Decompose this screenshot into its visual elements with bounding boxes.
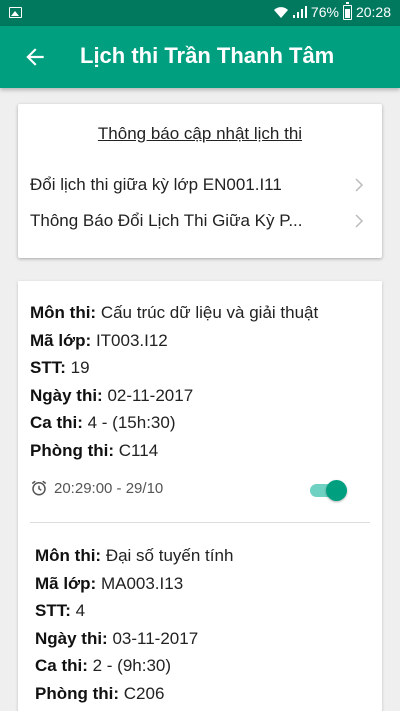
- room-label: Phòng thi:: [30, 440, 115, 460]
- chevron-right-icon: [355, 214, 364, 228]
- notice-card: Thông báo cập nhật lịch thi Đổi lịch thi…: [18, 104, 382, 258]
- exam-room: Phòng thi: C206: [35, 684, 370, 711]
- wifi-icon: [273, 7, 288, 18]
- exam-date: Ngày thi: 02-11-2017: [30, 386, 370, 414]
- exam-seq: STT: 4: [35, 601, 370, 629]
- shift-label: Ca thi:: [30, 413, 83, 432]
- date-label: Ngày thi:: [35, 628, 108, 648]
- class-code-label: Mã lớp:: [35, 573, 97, 593]
- notice-item-label: Thông Báo Đổi Lịch Thi Giữa Kỳ P...: [30, 211, 303, 230]
- subject-value: Đại số tuyến tính: [105, 546, 234, 565]
- room-value: C206: [123, 683, 165, 703]
- exam-shift: Ca thi: 2 - (9h:30): [35, 656, 370, 684]
- reminder-time: 20:29:00 - 29/10: [54, 479, 164, 497]
- divider: [30, 522, 370, 523]
- notice-item[interactable]: Đổi lịch thi giữa kỳ lớp EN001.I11: [30, 170, 364, 200]
- exam-subject: Môn thi: Đại số tuyến tính: [35, 546, 370, 574]
- exam-class-code: Mã lớp: IT003.I12: [30, 331, 370, 359]
- seq-label: STT:: [30, 358, 66, 377]
- status-bar: 76% 20:28: [0, 0, 400, 26]
- exam-shift: Ca thi: 4 - (15h:30): [30, 413, 370, 441]
- date-label: Ngày thi:: [30, 385, 103, 405]
- subject-value: Cấu trúc dữ liệu và giải thuật: [100, 303, 319, 322]
- shift-value: 4 - (15h:30): [87, 413, 176, 432]
- seq-value: 4: [75, 601, 86, 620]
- toggle-knob: [326, 480, 347, 501]
- page-title: Lịch thi Trần Thanh Tâm: [80, 43, 335, 68]
- alarm-clock-icon: [31, 480, 47, 496]
- class-code-label: Mã lớp:: [30, 330, 92, 350]
- signal-icon: [292, 6, 307, 18]
- notice-title: Thông báo cập nhật lịch thi: [97, 124, 303, 143]
- seq-value: 19: [70, 358, 90, 377]
- exam-item: Môn thi: Đại số tuyến tính Mã lớp: MA003…: [35, 546, 370, 711]
- chevron-right-icon: [355, 178, 364, 192]
- notice-item[interactable]: Thông Báo Đổi Lịch Thi Giữa Kỳ P...: [30, 206, 364, 236]
- app-bar: Lịch thi Trần Thanh Tâm: [0, 26, 400, 88]
- exam-list: Môn thi: Cấu trúc dữ liệu và giải thuật …: [18, 281, 382, 711]
- exam-item: Môn thi: Cấu trúc dữ liệu và giải thuật …: [30, 303, 370, 468]
- date-value: 02-11-2017: [107, 385, 194, 405]
- date-value: 03-11-2017: [112, 628, 199, 648]
- exam-seq: STT: 19: [30, 358, 370, 386]
- clock-time: 20:28: [355, 4, 391, 20]
- class-code-value: MA003.I13: [100, 573, 184, 593]
- seq-label: STT:: [35, 601, 71, 620]
- status-indicators: 76% 20:28: [273, 1, 391, 20]
- shift-label: Ca thi:: [35, 656, 88, 675]
- subject-label: Môn thi:: [30, 303, 97, 322]
- back-arrow-icon[interactable]: [22, 44, 48, 70]
- room-value: C114: [118, 440, 159, 460]
- exam-room: Phòng thi: C114: [30, 441, 370, 469]
- notice-item-label: Đổi lịch thi giữa kỳ lớp EN001.I11: [30, 175, 282, 194]
- room-label: Phòng thi:: [35, 683, 120, 703]
- battery-icon: [342, 1, 352, 20]
- subject-label: Môn thi:: [35, 546, 102, 565]
- image-icon: [9, 7, 22, 18]
- exam-reminder: 20:29:00 - 29/10: [30, 477, 163, 499]
- class-code-value: IT003.I12: [95, 330, 168, 350]
- shift-value: 2 - (9h:30): [92, 656, 172, 675]
- exam-subject: Môn thi: Cấu trúc dữ liệu và giải thuật: [30, 303, 370, 331]
- exam-date: Ngày thi: 03-11-2017: [35, 629, 370, 657]
- exam-class-code: Mã lớp: MA003.I13: [35, 574, 370, 602]
- battery-percent: 76%: [310, 4, 339, 20]
- reminder-toggle[interactable]: [308, 479, 348, 501]
